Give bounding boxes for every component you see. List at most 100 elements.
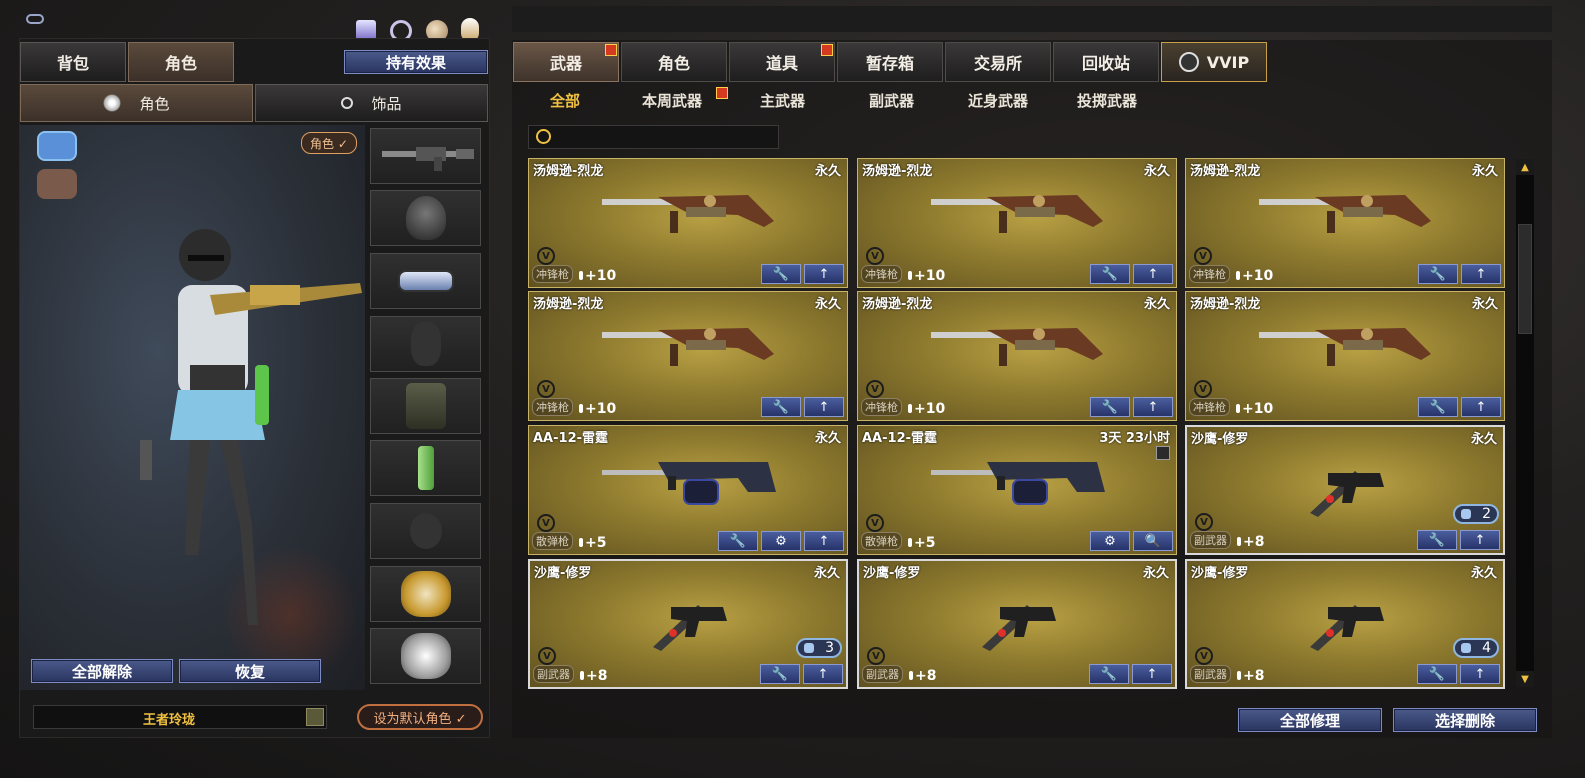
repair-button[interactable]: 🔧 (1090, 264, 1130, 284)
item-duration: 永久 (1471, 297, 1498, 312)
slot-backpack[interactable] (370, 378, 481, 434)
settings-button[interactable]: ⚙ (761, 531, 801, 551)
upgrade-button[interactable]: ↑ (1132, 664, 1172, 684)
inventory-item-card[interactable]: 汤姆逊-烈龙 永久 V 冲锋枪 +10 🔧 ↑ (857, 158, 1177, 288)
item-duration: 永久 (814, 297, 841, 312)
slot-wolf-silver[interactable] (370, 628, 481, 684)
trash-icon[interactable] (1156, 446, 1170, 460)
subtab-primary[interactable]: 主武器 (760, 90, 805, 112)
character-name-box[interactable]: 王者玲珑 (33, 705, 327, 729)
item-level-value: +8 (1243, 668, 1265, 684)
vip-logo-icon: V (1194, 380, 1212, 398)
repair-button[interactable]: 🔧 (1089, 664, 1129, 684)
slot-grenade[interactable] (370, 440, 481, 496)
scroll-down-button[interactable]: ▼ (1516, 671, 1534, 687)
search-box[interactable] (528, 125, 779, 149)
wrench-icon: 🔧 (772, 266, 790, 282)
stats-icon[interactable] (356, 20, 376, 40)
inventory-item-card[interactable]: 汤姆逊-烈龙 永久 V 冲锋枪 +10 🔧 ↑ (1185, 291, 1505, 421)
weapon-tommy-image (1255, 318, 1435, 384)
subtab-melee[interactable]: 近身武器 (968, 90, 1028, 112)
weapon-aa12-image (927, 452, 1107, 522)
subtab-all[interactable]: 全部 (550, 90, 580, 112)
inventory-item-card[interactable]: 沙鹰-修罗 永久 V 副武器 +8 🔧 ↑ (857, 559, 1177, 689)
scroll-thumb[interactable] (1518, 224, 1532, 334)
inventory-item-card[interactable]: 汤姆逊-烈龙 永久 V 冲锋枪 +10 🔧 ↑ (857, 291, 1177, 421)
effects-button[interactable]: 持有效果 (344, 50, 488, 74)
slot-goggles[interactable] (370, 253, 481, 309)
repair-button[interactable]: 🔧 (761, 397, 801, 417)
menu-icon[interactable] (306, 708, 324, 726)
upgrade-button[interactable]: ↑ (1461, 264, 1501, 284)
slot-grenade-empty[interactable] (370, 503, 481, 559)
eagle-icon[interactable] (37, 169, 77, 199)
upgrade-button[interactable]: ↑ (804, 264, 844, 284)
restore-button[interactable]: 恢复 (179, 659, 321, 683)
repair-button[interactable]: 🔧 (1417, 530, 1457, 550)
search-input[interactable] (555, 128, 779, 148)
wrench-icon: 🔧 (1101, 266, 1119, 282)
inspect-button[interactable]: 🔍 (1133, 531, 1173, 551)
upgrade-button[interactable]: ↑ (1460, 530, 1500, 550)
tab-weapons[interactable]: 武器 (513, 42, 619, 82)
repair-all-button[interactable]: 全部修理 (1238, 708, 1382, 732)
repair-button[interactable]: 🔧 (718, 531, 758, 551)
slot-character-empty[interactable] (370, 316, 481, 372)
slot-helmet[interactable] (370, 190, 481, 246)
lens-icon[interactable] (37, 131, 77, 161)
subtab-weekly[interactable]: 本周武器 (642, 90, 702, 112)
inventory-item-card[interactable]: AA-12-雷霆 永久 V 散弹枪 +5 🔧 ⚙ ↑ (528, 425, 848, 555)
tab-storage[interactable]: 暂存箱 (837, 42, 943, 82)
weapon-tommy-image (927, 185, 1107, 251)
tab-bag[interactable]: 背包 (20, 42, 126, 82)
role-badge[interactable]: 角色 ✓ (301, 132, 357, 154)
reset-all-button[interactable]: 全部解除 (31, 659, 173, 683)
item-name: 沙鹰-修罗 (1191, 566, 1249, 581)
wrench-icon: 🔧 (1429, 399, 1447, 415)
repair-button[interactable]: 🔧 (761, 264, 801, 284)
repair-button[interactable]: 🔧 (1418, 264, 1458, 284)
item-duration: 永久 (814, 431, 841, 446)
upgrade-button[interactable]: ↑ (1133, 397, 1173, 417)
scroll-up-button[interactable]: ▲ (1516, 159, 1534, 175)
tab-character[interactable]: 角色 (621, 42, 727, 82)
subtab-secondary[interactable]: 副武器 (869, 90, 914, 112)
inventory-item-card[interactable]: 沙鹰-修罗 永久 V 副武器 +8 🔧 ↑ 3 (528, 559, 848, 689)
upgrade-button[interactable]: ↑ (804, 531, 844, 551)
inventory-item-card[interactable]: 沙鹰-修罗 永久 V 副武器 +8 🔧 ↑ 2 (1185, 425, 1505, 555)
inventory-item-card[interactable]: 沙鹰-修罗 永久 V 副武器 +8 🔧 ↑ 4 (1185, 559, 1505, 689)
subtab-accessory[interactable]: 饰品 (255, 84, 488, 122)
item-level-value: +8 (586, 668, 608, 684)
upgrade-button[interactable]: ↑ (1460, 664, 1500, 684)
upgrade-button[interactable]: ↑ (803, 664, 843, 684)
inventory-item-card[interactable]: AA-12-雷霆 3天 23小时 V 散弹枪 +5 ⚙ 🔍 (857, 425, 1177, 555)
tab-exchange[interactable]: 交易所 (945, 42, 1051, 82)
gift-icon (821, 44, 833, 56)
inventory-item-card[interactable]: 汤姆逊-烈龙 永久 V 冲锋枪 +10 🔧 ↑ (528, 158, 848, 288)
slot-rifle[interactable] (370, 128, 481, 184)
item-level: +8 (909, 668, 936, 684)
upgrade-button[interactable]: ↑ (804, 397, 844, 417)
subtab-throwable[interactable]: 投掷武器 (1077, 90, 1137, 112)
gear-icon: ⚙ (775, 533, 787, 549)
tab-items[interactable]: 道具 (729, 42, 835, 82)
inventory-item-card[interactable]: 汤姆逊-烈龙 永久 V 冲锋枪 +10 🔧 ↑ (528, 291, 848, 421)
tab-character[interactable]: 角色 (128, 42, 234, 82)
repair-button[interactable]: 🔧 (1417, 664, 1457, 684)
inventory-item-card[interactable]: 汤姆逊-烈龙 永久 V 冲锋枪 +10 🔧 ↑ (1185, 158, 1505, 288)
repair-button[interactable]: 🔧 (1418, 397, 1458, 417)
subtab-character[interactable]: 角色 (20, 84, 253, 122)
tab-vvip[interactable]: VVIP (1161, 42, 1267, 82)
tab-recycle[interactable]: 回收站 (1053, 42, 1159, 82)
repair-button[interactable]: 🔧 (760, 664, 800, 684)
upgrade-button[interactable]: ↑ (1461, 397, 1501, 417)
scrollbar[interactable]: ▲ ▼ (1516, 159, 1534, 687)
character-silhouette-icon (410, 322, 441, 366)
slot-wolf-gold[interactable] (370, 566, 481, 622)
upgrade-button[interactable]: ↑ (1133, 264, 1173, 284)
repair-button[interactable]: 🔧 (1090, 397, 1130, 417)
key-icon (26, 14, 44, 24)
set-default-button[interactable]: 设为默认角色 ✓ (357, 704, 483, 730)
settings-button[interactable]: ⚙ (1090, 531, 1130, 551)
select-delete-button[interactable]: 选择删除 (1393, 708, 1537, 732)
